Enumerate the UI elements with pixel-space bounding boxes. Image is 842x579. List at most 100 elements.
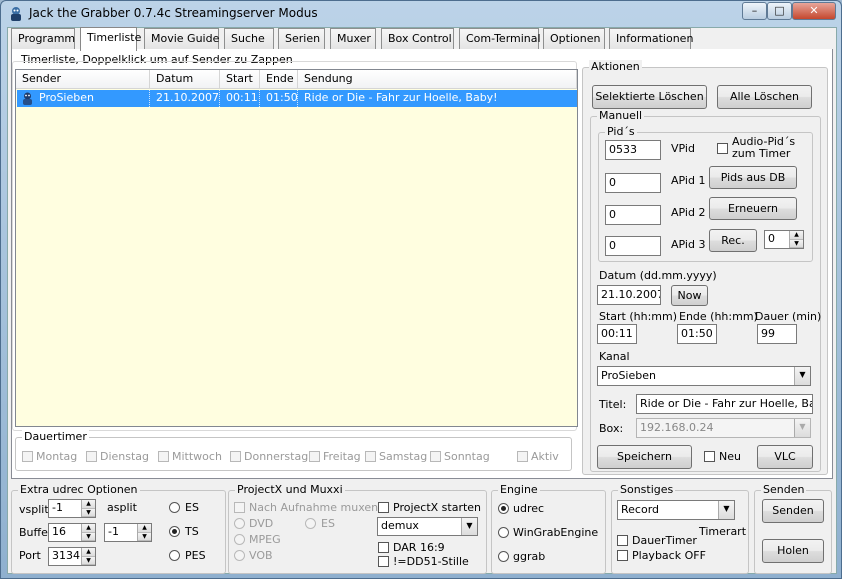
extra-udrec-title: Extra udrec Optionen: [18, 483, 140, 497]
playback-off-checkbox[interactable]: [617, 550, 628, 561]
chevron-down-icon[interactable]: ▼: [794, 367, 810, 385]
dar-label: DAR 16:9: [393, 541, 445, 554]
timerart-select[interactable]: Record ▼: [617, 500, 735, 520]
holen-button[interactable]: Holen: [762, 539, 824, 563]
rec-spinner-arrows[interactable]: ▲ ▼: [789, 231, 803, 248]
start-input[interactable]: 00:11: [597, 324, 637, 344]
vsplit-arrows[interactable]: ▲ ▼: [81, 500, 95, 517]
mux-mode-select[interactable]: demux ▼: [377, 517, 478, 536]
mittwoch-label: Mittwoch: [172, 450, 222, 463]
column-header-ende[interactable]: Ende: [260, 70, 298, 89]
spin-up-icon: ▲: [82, 548, 95, 557]
montag-checkbox[interactable]: [22, 451, 33, 462]
vob-label: VOB: [249, 549, 273, 562]
title-bar[interactable]: Jack the Grabber 0.7.4c Streamingserver …: [1, 1, 841, 27]
es-mux-radio[interactable]: [305, 518, 316, 529]
projectx-title: ProjectX und Muxxi: [235, 483, 345, 497]
freitag-checkbox[interactable]: [309, 451, 320, 462]
tab-programm[interactable]: Programm: [11, 28, 75, 50]
vsplit-spinner[interactable]: -1 ▲ ▼: [48, 499, 96, 518]
senden-button[interactable]: Senden: [762, 499, 824, 523]
ggrab-radio[interactable]: [498, 551, 509, 562]
dd51-checkbox[interactable]: [378, 556, 389, 567]
mpeg-radio[interactable]: [234, 534, 245, 545]
column-header-start[interactable]: Start: [220, 70, 260, 89]
tab-muxer[interactable]: Muxer: [330, 28, 376, 50]
udrec-radio[interactable]: [498, 503, 509, 514]
cell-sendung: Ride or Die - Fahr zur Hoelle, Baby!: [304, 91, 498, 104]
buffer-spinner[interactable]: 16 ▲ ▼: [48, 523, 96, 542]
vpid-input[interactable]: 0533: [605, 140, 661, 160]
rec-spinner[interactable]: 0 ▲ ▼: [764, 230, 804, 249]
tab-box-control[interactable]: Box Control: [381, 28, 454, 50]
donnerstag-checkbox[interactable]: [230, 451, 241, 462]
wingrab-label: WinGrabEngine: [513, 526, 599, 539]
dauertimer-checkbox[interactable]: [617, 535, 628, 546]
audio-pids-checkbox[interactable]: [717, 143, 728, 154]
buffer-arrows[interactable]: ▲ ▼: [81, 524, 95, 541]
column-header-sender[interactable]: Sender: [16, 70, 150, 89]
tab-serien[interactable]: Serien: [278, 28, 325, 50]
erneuern-button[interactable]: Erneuern: [709, 197, 797, 220]
column-header-datum[interactable]: Datum: [150, 70, 220, 89]
window-title: Jack the Grabber 0.7.4c Streamingserver …: [29, 6, 318, 20]
projectx-starten-checkbox[interactable]: [378, 502, 389, 513]
table-row[interactable]: ProSieben 21.10.2007 00:11 01:50 Ride or…: [17, 90, 577, 107]
chevron-down-icon[interactable]: ▼: [461, 518, 477, 535]
dvd-radio[interactable]: [234, 518, 245, 529]
chevron-down-icon[interactable]: ▼: [794, 419, 810, 437]
alle-loeschen-button[interactable]: Alle Löschen: [717, 85, 812, 109]
es-radio[interactable]: [169, 502, 180, 513]
port-spinner[interactable]: 31341 ▲ ▼: [48, 547, 96, 566]
dienstag-checkbox[interactable]: [86, 451, 97, 462]
apid1-input[interactable]: 0: [605, 173, 661, 193]
cell-datum: 21.10.2007: [150, 90, 220, 107]
tab-movie-guide[interactable]: Movie Guide: [144, 28, 219, 50]
mittwoch-checkbox[interactable]: [158, 451, 169, 462]
column-header-sendung[interactable]: Sendung: [298, 70, 577, 89]
now-button[interactable]: Now: [671, 285, 708, 306]
pids-aus-db-button[interactable]: Pids aus DB: [709, 166, 797, 189]
neu-checkbox[interactable]: [704, 451, 715, 462]
maximize-icon: □: [774, 4, 785, 17]
nach-aufnahme-checkbox[interactable]: [234, 502, 245, 513]
pes-radio[interactable]: [169, 550, 180, 561]
selektierte-loeschen-button[interactable]: Selektierte Löschen: [592, 85, 707, 109]
kanal-select[interactable]: ProSieben ▼: [597, 366, 811, 386]
titel-input[interactable]: Ride or Die - Fahr zur Hoelle, Baby!: [636, 394, 813, 414]
tab-optionen[interactable]: Optionen: [543, 28, 605, 50]
tab-suche[interactable]: Suche: [224, 28, 274, 50]
asplit-spinner[interactable]: -1 ▲ ▼: [104, 523, 152, 542]
asplit-arrows[interactable]: ▲ ▼: [137, 524, 151, 541]
dauer-input[interactable]: 99: [757, 324, 797, 344]
vob-radio[interactable]: [234, 550, 245, 561]
port-arrows[interactable]: ▲ ▼: [81, 548, 95, 565]
samstag-checkbox[interactable]: [365, 451, 376, 462]
vlc-button[interactable]: VLC: [757, 445, 813, 469]
audio-pids-label: Audio-Pid´s zum Timer: [732, 135, 796, 160]
aktiv-checkbox[interactable]: [517, 451, 528, 462]
tab-timerliste[interactable]: Timerliste: [80, 27, 141, 51]
tab-com-terminal[interactable]: Com-Terminal: [459, 28, 541, 50]
timer-table[interactable]: Sender Datum Start Ende Sendung ProSiebe…: [15, 69, 578, 427]
wingrab-radio[interactable]: [498, 527, 509, 538]
apid2-input[interactable]: 0: [605, 205, 661, 225]
close-button[interactable]: ✕: [792, 2, 836, 20]
vsplit-label: vsplit: [19, 503, 49, 516]
dd51-label: !=DD51-Stille: [393, 555, 469, 568]
apid3-input[interactable]: 0: [605, 236, 661, 256]
speichern-button[interactable]: Speichern: [597, 445, 692, 469]
minimize-button[interactable]: –: [742, 2, 767, 20]
maximize-button[interactable]: □: [767, 2, 792, 20]
chevron-down-icon[interactable]: ▼: [718, 501, 734, 519]
sonntag-checkbox[interactable]: [430, 451, 441, 462]
es-mux-label: ES: [321, 517, 335, 530]
box-select[interactable]: 192.168.0.24 ▼: [636, 418, 811, 438]
ts-radio[interactable]: [169, 526, 180, 537]
tab-informationen[interactable]: Informationen: [609, 28, 693, 50]
ende-input[interactable]: 01:50: [677, 324, 717, 344]
sonstiges-title: Sonstiges: [618, 483, 676, 497]
datum-input[interactable]: 21.10.2007: [597, 285, 661, 305]
rec-button[interactable]: Rec.: [709, 229, 757, 252]
dar-checkbox[interactable]: [378, 542, 389, 553]
